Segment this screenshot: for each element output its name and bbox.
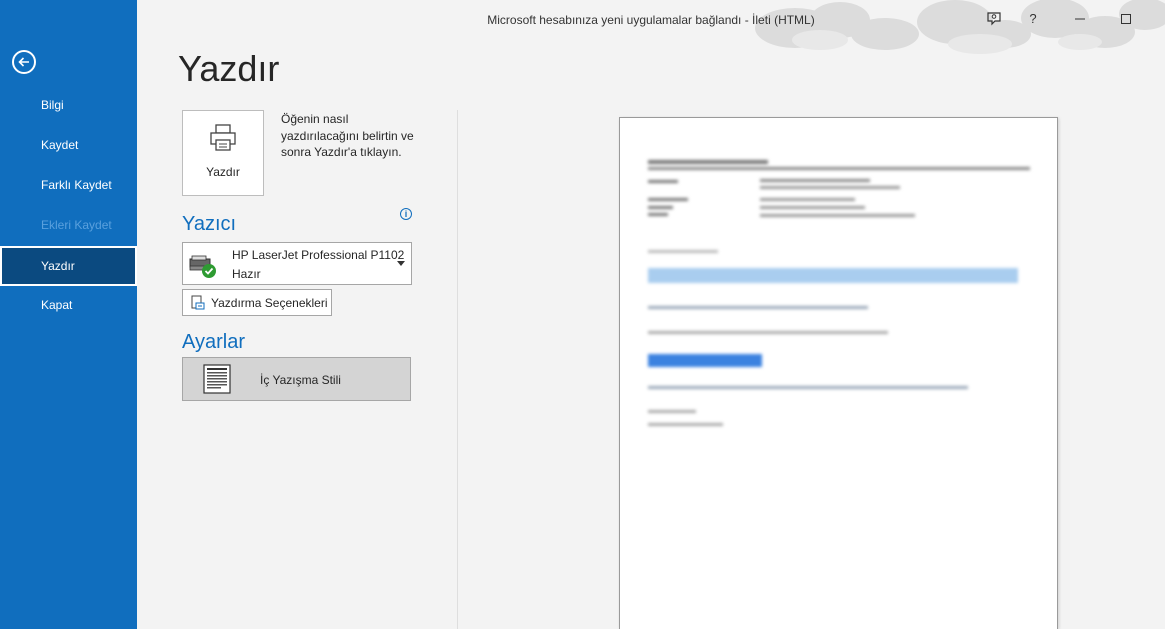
sidebar-item-info[interactable]: Bilgi (0, 85, 137, 125)
help-button[interactable]: ? (1019, 8, 1047, 30)
checkmark-icon (202, 264, 216, 278)
printer-dropdown[interactable]: HP LaserJet Professional P1102 Hazır (182, 242, 412, 285)
feedback-button[interactable] (980, 8, 1008, 30)
print-button-label: Yazdır (206, 165, 240, 179)
maximize-icon (1121, 14, 1131, 24)
printer-name: HP LaserJet Professional P1102 (232, 248, 405, 262)
print-options-label: Yazdırma Seçenekleri (211, 296, 328, 310)
printer-heading: Yazıcı (182, 213, 237, 235)
info-icon[interactable]: i (400, 208, 412, 220)
chevron-down-icon (397, 261, 405, 266)
sidebar-item-save-attachments: Ekleri Kaydet (0, 205, 137, 245)
settings-heading: Ayarlar (182, 331, 245, 353)
back-arrow-icon (18, 57, 29, 67)
print-button[interactable]: Yazdır (182, 110, 264, 196)
print-options-button[interactable]: Yazdırma Seçenekleri (182, 289, 332, 316)
printer-status: Hazır (232, 267, 261, 281)
minimize-icon (1075, 18, 1085, 20)
print-description: Öğenin nasıl yazdırılacağını belirtin ve… (281, 112, 414, 159)
sidebar-item-save[interactable]: Kaydet (0, 125, 137, 165)
sidebar-item-save-as[interactable]: Farklı Kaydet (0, 165, 137, 205)
cloud-decoration (755, 0, 1165, 54)
maximize-button[interactable] (1112, 8, 1140, 30)
sidebar-item-label: Farklı Kaydet (41, 178, 112, 192)
feedback-icon (987, 12, 1001, 26)
document-style-icon (203, 364, 231, 394)
minimize-button[interactable] (1066, 8, 1094, 30)
title-bar: Microsoft hesabınıza yeni uygulamalar ba… (137, 0, 1165, 54)
printer-icon (189, 255, 216, 278)
backstage-sidebar: Bilgi Kaydet Farklı Kaydet Ekleri Kaydet… (0, 0, 137, 629)
sidebar-item-label: Kapat (41, 298, 73, 312)
page-title: Yazdır (178, 48, 280, 89)
sidebar-item-label: Yazdır (41, 259, 75, 273)
back-button[interactable] (12, 50, 36, 74)
sidebar-item-label: Bilgi (41, 98, 64, 112)
window-title: Microsoft hesabınıza yeni uygulamalar ba… (487, 13, 815, 27)
print-style-label: İç Yazışma Stili (260, 373, 341, 387)
sidebar-item-close[interactable]: Kapat (0, 285, 137, 325)
sidebar-item-label: Kaydet (41, 138, 79, 152)
print-options-icon (191, 295, 205, 310)
print-style-button[interactable]: İç Yazışma Stili (182, 357, 411, 401)
sidebar-item-label: Ekleri Kaydet (41, 218, 112, 232)
preview-blurred-content (620, 118, 1057, 629)
printer-icon (210, 124, 236, 151)
print-preview-page (619, 117, 1058, 629)
sidebar-item-print[interactable]: Yazdır (0, 246, 137, 286)
panel-divider (457, 110, 458, 629)
